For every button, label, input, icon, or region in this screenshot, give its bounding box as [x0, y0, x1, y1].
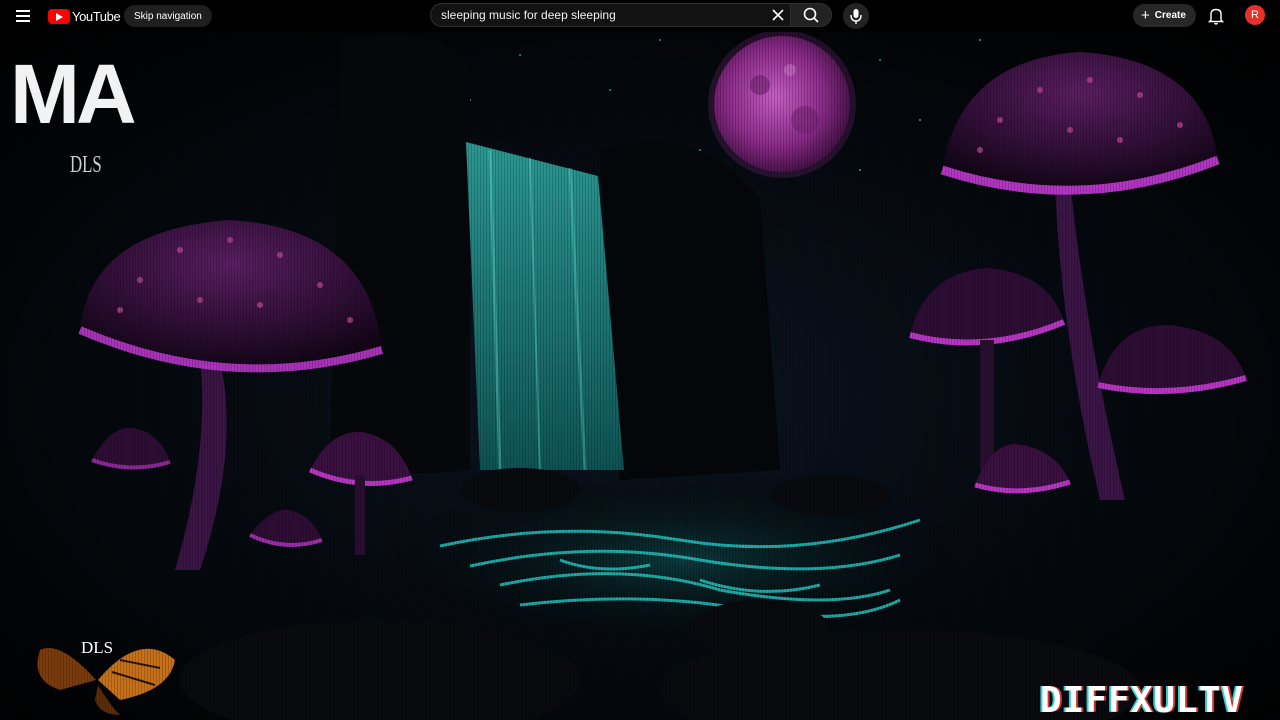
youtube-logo-icon [48, 8, 70, 24]
menu-button[interactable] [12, 4, 34, 28]
watermark: DIFFXULTV [1040, 680, 1245, 720]
voice-search-button[interactable] [843, 3, 869, 29]
channel-logo: MA DLS [0, 26, 200, 186]
clear-icon [772, 9, 784, 21]
logo-text: YouTube [72, 8, 121, 24]
youtube-logo[interactable]: YouTube [48, 8, 121, 24]
mic-icon [850, 9, 862, 24]
search-input[interactable] [441, 6, 761, 24]
search-button[interactable] [790, 3, 832, 27]
cliff-right [600, 141, 780, 480]
menu-icon [16, 10, 30, 12]
create-button[interactable]: + Create [1133, 4, 1196, 27]
masthead: YouTube Skip navigation + Create R [0, 0, 1280, 32]
search-box [430, 3, 790, 27]
moon [708, 30, 856, 178]
search-icon [803, 7, 819, 23]
bell-icon [1207, 8, 1225, 25]
channel-logo-sub: DLS [70, 152, 102, 178]
notifications-button[interactable] [1206, 5, 1226, 27]
corner-brand: DLS [81, 638, 114, 657]
plus-icon: + [1141, 7, 1150, 24]
avatar[interactable]: R [1245, 5, 1265, 25]
channel-logo-text: MA [10, 47, 137, 141]
cliff [330, 33, 470, 474]
create-label: Create [1154, 10, 1186, 21]
clear-search-button[interactable] [768, 4, 788, 26]
skip-navigation-button[interactable]: Skip navigation [124, 5, 212, 27]
